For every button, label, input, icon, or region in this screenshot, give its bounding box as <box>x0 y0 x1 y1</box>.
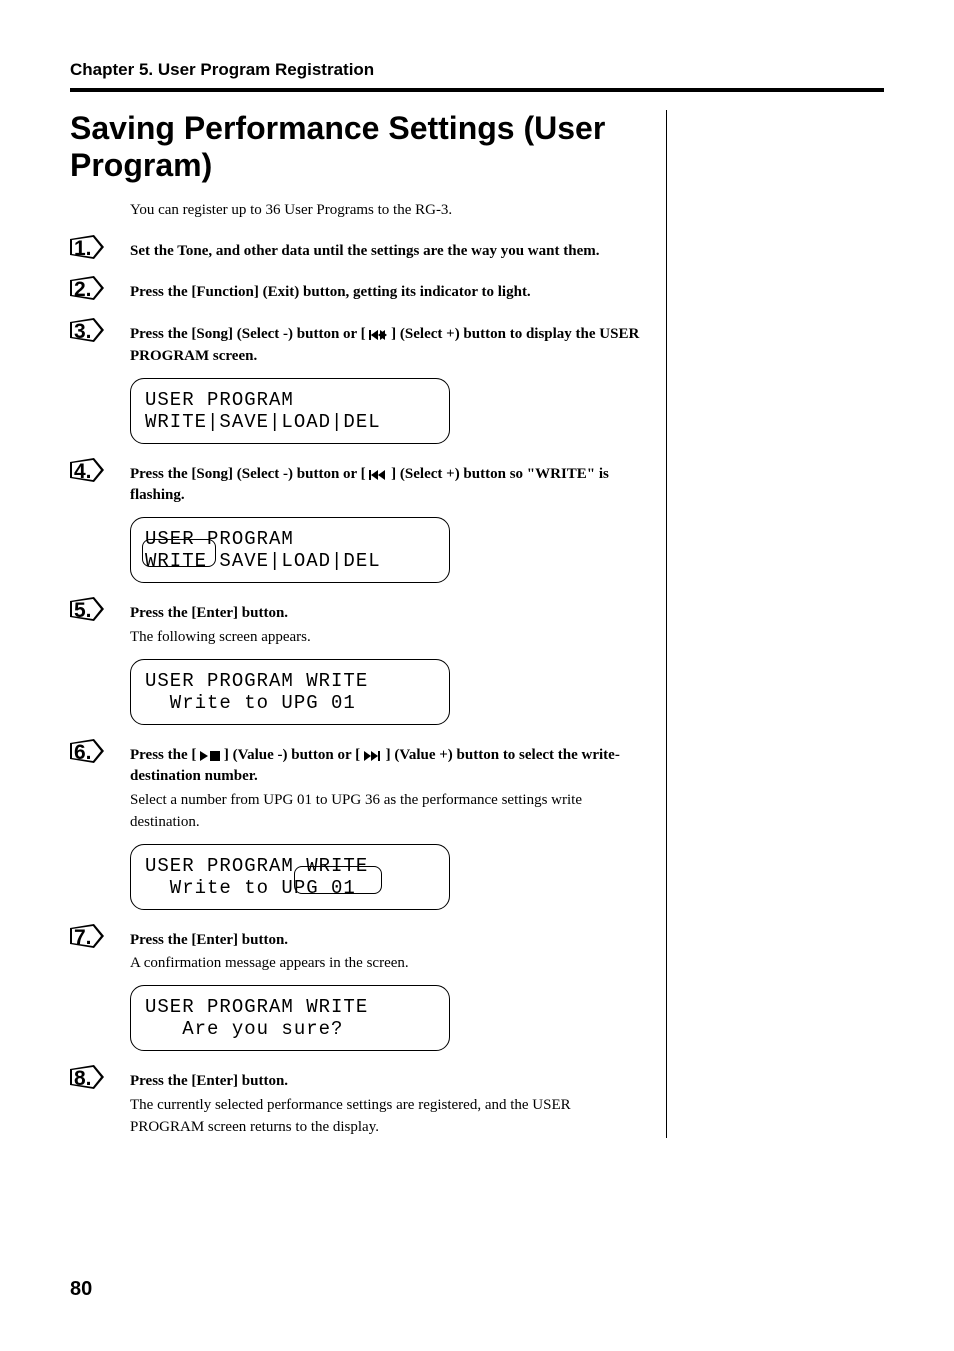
header-rule <box>70 88 884 92</box>
step-number: 7. <box>74 926 92 950</box>
lcd-line: USER PROGRAM WRITE <box>145 670 435 692</box>
intro-paragraph: You can register up to 36 User Programs … <box>130 202 648 219</box>
step-7: 7. Press the [Enter] button. A confirmat… <box>70 930 648 1052</box>
highlight-ring <box>142 539 216 567</box>
instruction-text: Set the Tone, and other data until the s… <box>130 241 648 263</box>
text-segment: Press the [ <box>130 747 200 763</box>
step-1: 1. Set the Tone, and other data until th… <box>70 241 648 263</box>
explanation-text: The currently selected performance setti… <box>130 1095 648 1139</box>
lcd-display: USER PROGRAM WRITE Are you sure? <box>130 985 450 1051</box>
step-6: 6. Press the [ ] (Value -) button or [ ]… <box>70 745 648 910</box>
instruction-text: Press the [ ] (Value -) button or [ ] (V… <box>130 745 648 789</box>
step-number: 3. <box>74 320 92 344</box>
step-number: 1. <box>74 237 92 261</box>
instruction-text: Press the [Enter] button. <box>130 603 648 625</box>
text-segment: ] (Value -) button or [ <box>220 747 364 763</box>
section-title: Saving Performance Settings (User Progra… <box>70 110 648 184</box>
step-4: 4. Press the [Song] (Select -) button or… <box>70 464 648 584</box>
prev-track-icon <box>369 466 387 482</box>
lcd-display: USER PROGRAM WRITE Write to UPG 01 <box>130 844 450 910</box>
step-number: 2. <box>74 278 92 302</box>
column-rule <box>666 110 667 1138</box>
explanation-text: The following screen appears. <box>130 627 648 649</box>
next-track-icon <box>364 747 382 763</box>
step-number: 6. <box>74 741 92 765</box>
instruction-text: Press the [Song] (Select -) button or [ … <box>130 324 648 368</box>
instruction-text: Press the [Enter] button. <box>130 930 648 952</box>
step-2: 2. Press the [Function] (Exit) button, g… <box>70 282 648 304</box>
lcd-line: USER PROGRAM WRITE <box>145 996 435 1018</box>
lcd-line: Are you sure? <box>145 1018 435 1040</box>
instruction-text: Press the [Enter] button. <box>130 1071 648 1093</box>
text-segment: Press the [Song] (Select -) button or [ <box>130 466 369 482</box>
text-segment: Press the [Song] (Select -) button or [ <box>130 326 369 342</box>
step-8: 8. Press the [Enter] button. The current… <box>70 1071 648 1138</box>
lcd-display: USER PROGRAM WRITE Write to UPG 01 <box>130 659 450 725</box>
page-number: 80 <box>70 1278 92 1301</box>
step-number: 8. <box>74 1067 92 1091</box>
prev-track-icon <box>369 326 387 342</box>
chapter-header: Chapter 5. User Program Registration <box>70 60 884 88</box>
step-5: 5. Press the [Enter] button. The followi… <box>70 603 648 725</box>
step-number: 5. <box>74 599 92 623</box>
lcd-line: Write to UPG 01 <box>145 877 435 899</box>
lcd-line: Write to UPG 01 <box>145 692 435 714</box>
explanation-text: A confirmation message appears in the sc… <box>130 953 648 975</box>
lcd-line: USER PROGRAM <box>145 389 435 411</box>
instruction-text: Press the [Function] (Exit) button, gett… <box>130 282 648 304</box>
lcd-line: WRITE|SAVE|LOAD|DEL <box>145 411 435 433</box>
play-stop-icon <box>200 747 220 763</box>
explanation-text: Select a number from UPG 01 to UPG 36 as… <box>130 790 648 834</box>
step-3: 3. Press the [Song] (Select -) button or… <box>70 324 648 444</box>
lcd-line: USER PROGRAM WRITE <box>145 855 435 877</box>
instruction-text: Press the [Song] (Select -) button or [ … <box>130 464 648 508</box>
lcd-display: USER PROGRAM WRITE|SAVE|LOAD|DEL <box>130 378 450 444</box>
highlight-ring <box>294 866 382 894</box>
step-number: 4. <box>74 460 92 484</box>
